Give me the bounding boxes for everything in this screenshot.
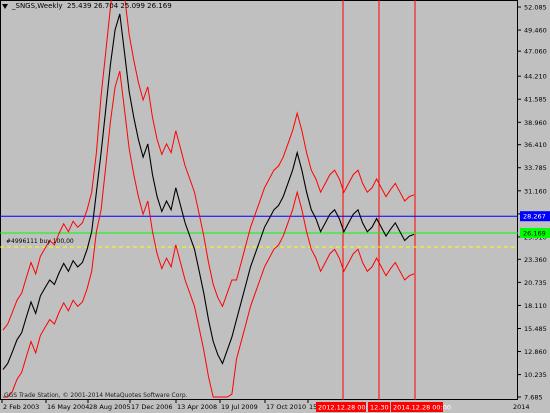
- time-tick-label: 17 Dec 2006: [131, 403, 173, 411]
- time-tick-label: 2 Feb 2003: [3, 403, 39, 411]
- price-tick-label: 12.860: [524, 348, 547, 356]
- price-chart[interactable]: 52.085 49.460 47.060 44.210 41.585 38.960 36.4…: [0, 0, 550, 413]
- chart-header: _SNGS,Weekly 25.439 26.704 25.099 26.169: [2, 2, 172, 10]
- price-tick-label: 15.485: [524, 325, 547, 333]
- price-tick-label: 36.410: [524, 141, 547, 149]
- price-tick-label: 23.360: [524, 256, 547, 264]
- price-tick-label: 38.960: [524, 119, 547, 127]
- price-tick-label: 49.460: [524, 27, 547, 35]
- current-price-text: 26.169: [523, 230, 546, 238]
- price-tick-label: 31.160: [524, 187, 547, 195]
- time-tick-label-end: 2014: [513, 403, 530, 411]
- price-tick-label: 18.110: [524, 302, 547, 310]
- time-tick-label: 16 May 2004: [47, 403, 89, 411]
- price-tick-label: 20.735: [524, 279, 547, 287]
- ohlc-values: 25.439 26.704 25.099 26.169: [67, 2, 172, 10]
- time-tick-label: 28 Aug 2005: [89, 403, 131, 411]
- upper-band-line: [2, 0, 415, 331]
- order-label: #4996111 buy 100,00: [6, 238, 74, 245]
- price-tick-label: 7.685: [524, 394, 543, 402]
- time-tick-label: 13 Apr 2008: [177, 403, 217, 411]
- vline-date-label: 2012.12.28 00:00: [318, 404, 376, 412]
- price-tick-label: 52.085: [524, 4, 547, 12]
- current-price-label: 26.169: [520, 228, 550, 238]
- vline-date-label: 12.30: [370, 404, 389, 412]
- price-tick-label: 41.585: [524, 96, 547, 104]
- vline-date-label: 2014.12.28 00:00: [393, 404, 451, 412]
- chart-menu-icon[interactable]: [2, 3, 8, 9]
- copyright-text: GGS Trade Station, © 2001-2014 MetaQuote…: [4, 392, 188, 399]
- plot-frame: [0, 0, 518, 400]
- symbol-label: _SNGS,Weekly: [12, 2, 63, 10]
- blue-level-label: 28.267: [520, 211, 550, 222]
- lower-band-line: [3, 70, 415, 398]
- blue-level-text: 28.267: [523, 213, 546, 221]
- price-tick-label: 33.785: [524, 164, 547, 172]
- price-series-line: [2, 13, 415, 370]
- price-tick-label: 10.235: [524, 371, 547, 379]
- time-tick-label: 19 Jul 2009: [221, 403, 258, 411]
- time-tick-label: 17 Oct 2010: [266, 403, 306, 411]
- price-tick-label: 47.060: [524, 48, 547, 56]
- chart-window[interactable]: 52.085 49.460 47.060 44.210 41.585 38.960 36.4…: [0, 0, 550, 413]
- price-tick-label: 44.210: [524, 73, 547, 81]
